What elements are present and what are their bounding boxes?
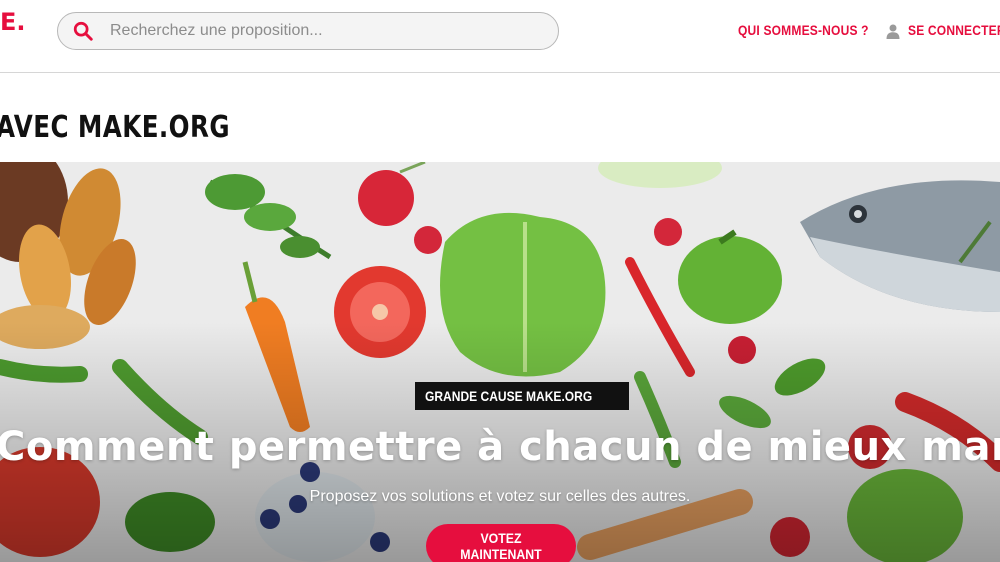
hero-banner: GRANDE CAUSE MAKE.ORG Comment permettre …: [0, 162, 1000, 562]
hero-subtitle: Proposez vos solutions et votez sur cell…: [309, 488, 691, 505]
search-bar[interactable]: [57, 12, 559, 50]
search-icon[interactable]: [72, 20, 94, 42]
logo[interactable]: E.: [0, 10, 26, 34]
cause-badge-label: GRANDE CAUSE MAKE.ORG: [425, 388, 593, 404]
logo-text: E.: [0, 8, 26, 36]
vote-now-button[interactable]: VOTEZ MAINTENANT: [426, 524, 576, 562]
cause-badge: GRANDE CAUSE MAKE.ORG: [415, 382, 630, 410]
user-icon[interactable]: [886, 24, 900, 39]
site-header: E. QUI SOMMES-NOUS ? SE CONNECTER: [0, 0, 1000, 73]
hero-title: Comment permettre à chacun de mieux mang…: [0, 424, 1000, 470]
page-title: AVEC MAKE.ORG: [0, 110, 230, 145]
nav-link-about[interactable]: QUI SOMMES-NOUS ?: [738, 22, 869, 38]
search-input[interactable]: [108, 21, 512, 41]
vote-now-label: VOTEZ MAINTENANT: [460, 530, 542, 562]
nav-link-login[interactable]: SE CONNECTER: [908, 22, 1000, 38]
